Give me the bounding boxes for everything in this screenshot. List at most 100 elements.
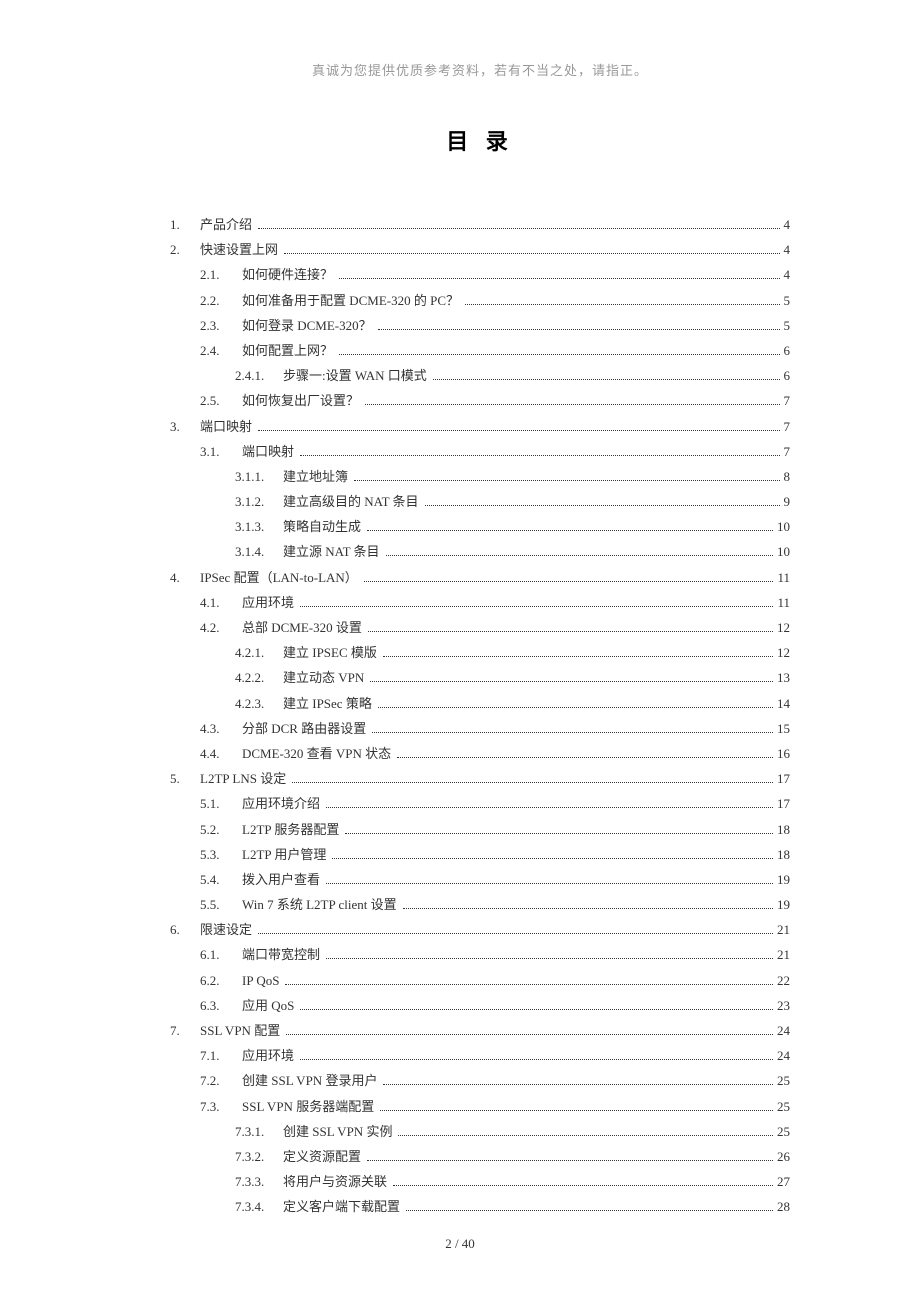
toc-entry-label: 总部 DCME-320 设置 [242,619,366,637]
toc-leader-dots [386,555,773,556]
toc-entry-number: 6.3. [200,997,242,1015]
toc-entry-page: 17 [775,770,790,788]
toc-entry-number: 5. [170,770,200,788]
toc-entry-page: 24 [775,1022,790,1040]
toc-entry-page: 7 [782,418,791,436]
document-page: 真诚为您提供优质参考资料，若有不当之处，请指正。 目 录 1.产品介绍42.快速… [0,0,920,1284]
toc-entry[interactable]: 6.2.IP QoS22 [170,972,790,990]
toc-entry-label: SSL VPN 配置 [200,1022,284,1040]
toc-entry-label: 如何登录 DCME-320？ [242,317,376,335]
toc-entry[interactable]: 5.2.L2TP 服务器配置18 [170,821,790,839]
toc-entry[interactable]: 2.快速设置上网4 [170,241,790,259]
toc-entry-number: 2.2. [200,292,242,310]
toc-entry[interactable]: 4.IPSec 配置（LAN-to-LAN）11 [170,569,790,587]
toc-entry-page: 14 [775,695,790,713]
toc-entry[interactable]: 3.1.1.建立地址簿8 [170,468,790,486]
toc-entry-number: 6. [170,921,200,939]
toc-entry[interactable]: 2.5.如何恢复出厂设置？7 [170,392,790,410]
toc-entry[interactable]: 3.1.2.建立高级目的 NAT 条目9 [170,493,790,511]
toc-entry[interactable]: 4.2.总部 DCME-320 设置 12 [170,619,790,637]
toc-entry[interactable]: 6.3.应用 QoS23 [170,997,790,1015]
toc-entry-page: 25 [775,1098,790,1116]
toc-entry[interactable]: 6.限速设定21 [170,921,790,939]
toc-entry[interactable]: 3.1.端口映射7 [170,443,790,461]
toc-entry-number: 5.1. [200,795,242,813]
toc-leader-dots [383,656,773,657]
toc-entry[interactable]: 1.产品介绍4 [170,216,790,234]
toc-entry[interactable]: 2.2.如何准备用于配置 DCME-320 的 PC？5 [170,292,790,310]
toc-leader-dots [368,631,773,632]
toc-entry[interactable]: 2.1.如何硬件连接？4 [170,266,790,284]
toc-entry[interactable]: 7.3.1.创建 SSL VPN 实例25 [170,1123,790,1141]
toc-entry[interactable]: 7.SSL VPN 配置24 [170,1022,790,1040]
table-of-contents: 1.产品介绍4 2.快速设置上网4 2.1.如何硬件连接？4 2.2.如何准备用于配置… [170,216,790,1217]
toc-entry-number: 2.1. [200,266,242,284]
toc-entry[interactable]: 3.1.4.建立源 NAT 条目10 [170,543,790,561]
toc-leader-dots [367,530,773,531]
toc-entry-page: 18 [775,821,790,839]
toc-leader-dots [465,304,779,305]
toc-entry[interactable]: 4.3.分部 DCR 路由器设置15 [170,720,790,738]
toc-entry-page: 11 [775,594,790,612]
toc-entry[interactable]: 5.5.Win 7 系统 L2TP client 设置19 [170,896,790,914]
toc-entry-number: 6.2. [200,972,242,990]
toc-entry[interactable]: 5.3.L2TP 用户管理18 [170,846,790,864]
toc-entry-number: 5.2. [200,821,242,839]
toc-entry-label: IPSec 配置（LAN-to-LAN） [200,569,362,587]
toc-entry[interactable]: 4.2.2.建立动态 VPN13 [170,669,790,687]
toc-entry-number: 4.1. [200,594,242,612]
toc-entry-label: SSL VPN 服务器端配置 [242,1098,378,1116]
toc-entry-page: 10 [775,543,790,561]
toc-leader-dots [300,455,779,456]
toc-entry-page: 4 [782,216,791,234]
toc-leader-dots [258,430,779,431]
toc-entry[interactable]: 7.3.2.定义资源配置26 [170,1148,790,1166]
toc-entry-number: 5.4. [200,871,242,889]
toc-leader-dots [370,681,773,682]
toc-entry-number: 4.2.1. [235,644,283,662]
toc-entry[interactable]: 4.4.DCME-320 查看 VPN 状态16 [170,745,790,763]
toc-entry[interactable]: 2.4.如何配置上网？6 [170,342,790,360]
toc-leader-dots [378,329,780,330]
toc-entry[interactable]: 7.3.4.定义客户端下载配置28 [170,1198,790,1216]
toc-entry-number: 6.1. [200,946,242,964]
toc-entry[interactable]: 4.2.1.建立 IPSEC 模版12 [170,644,790,662]
toc-leader-dots [380,1110,773,1111]
toc-entry[interactable]: 5.4.拨入用户查看19 [170,871,790,889]
toc-entry-label: 建立 IPSEC 模版 [283,644,381,662]
toc-entry-number: 7.3.1. [235,1123,283,1141]
toc-entry[interactable]: 3.端口映射7 [170,418,790,436]
toc-entry-page: 24 [775,1047,790,1065]
toc-leader-dots [326,807,773,808]
toc-leader-dots [258,228,779,229]
toc-entry[interactable]: 5.L2TP LNS 设定17 [170,770,790,788]
toc-entry-label: 应用环境 [242,594,298,612]
toc-entry[interactable]: 7.3.SSL VPN 服务器端配置25 [170,1098,790,1116]
toc-entry-number: 4.2. [200,619,242,637]
toc-leader-dots [345,833,773,834]
header-note: 真诚为您提供优质参考资料，若有不当之处，请指正。 [170,60,790,79]
toc-entry[interactable]: 7.1.应用环境24 [170,1047,790,1065]
toc-leader-dots [284,253,779,254]
toc-entry[interactable]: 4.1.应用环境 11 [170,594,790,612]
toc-entry[interactable]: 7.3.3.将用户与资源关联27 [170,1173,790,1191]
toc-entry-label: 拨入用户查看 [242,871,324,889]
toc-leader-dots [292,782,773,783]
toc-entry-number: 4. [170,569,200,587]
toc-entry[interactable]: 4.2.3.建立 IPSec 策略14 [170,695,790,713]
toc-entry-label: 限速设定 [200,921,256,939]
toc-leader-dots [300,1009,773,1010]
toc-entry-label: 端口映射 [242,443,298,461]
toc-entry[interactable]: 2.3.如何登录 DCME-320？5 [170,317,790,335]
toc-entry-label: 建立动态 VPN [283,669,368,687]
toc-entry[interactable]: 2.4.1.步骤一:设置 WAN 口模式6 [170,367,790,385]
toc-entry-page: 4 [782,266,791,284]
toc-entry[interactable]: 5.1.应用环境介绍17 [170,795,790,813]
toc-entry-page: 12 [775,619,790,637]
toc-entry[interactable]: 6.1.端口带宽控制21 [170,946,790,964]
toc-entry[interactable]: 3.1.3.策略自动生成10 [170,518,790,536]
toc-entry-label: 分部 DCR 路由器设置 [242,720,370,738]
toc-leader-dots [433,379,780,380]
toc-leader-dots [339,354,779,355]
toc-entry[interactable]: 7.2.创建 SSL VPN 登录用户25 [170,1072,790,1090]
